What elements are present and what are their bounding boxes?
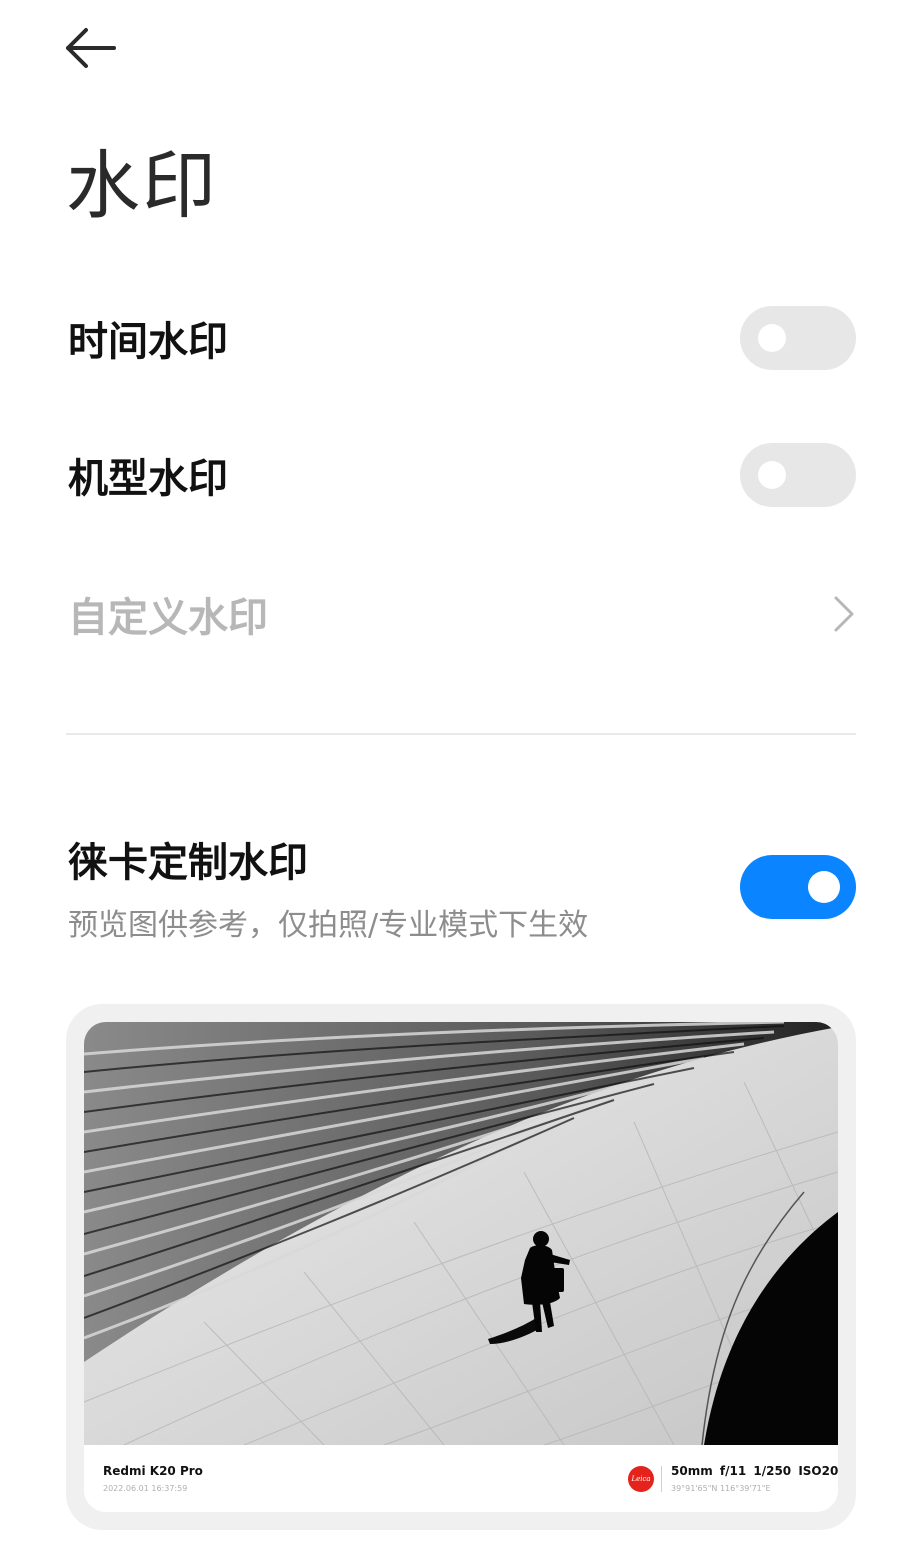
preview-photo-frame: Redmi K20 Pro 2022.06.01 16:37:59 Leica … (84, 1022, 838, 1512)
leica-watermark-label: 徕卡定制水印 (68, 840, 308, 886)
model-watermark-row[interactable]: 机型水印 (68, 443, 856, 507)
model-watermark-label: 机型水印 (68, 456, 228, 502)
watermark-separator (661, 1466, 662, 1492)
arrow-left-icon (66, 28, 116, 68)
time-watermark-label: 时间水印 (68, 319, 228, 365)
leica-watermark-subtitle: 预览图供参考，仅拍照/专业模式下生效 (68, 908, 589, 943)
toggle-knob (808, 871, 840, 903)
back-button[interactable] (64, 26, 120, 70)
preview-device-model: Redmi K20 Pro (103, 1464, 203, 1478)
leica-watermark-row[interactable]: 徕卡定制水印 预览图供参考，仅拍照/专业模式下生效 (68, 830, 856, 944)
preview-gps: 39°91'65"N 116°39'71"E (671, 1484, 771, 1493)
time-watermark-toggle[interactable] (740, 306, 856, 370)
page-title: 水印 (66, 143, 218, 229)
chevron-right-icon (834, 596, 854, 632)
custom-watermark-label: 自定义水印 (68, 595, 268, 641)
time-watermark-row[interactable]: 时间水印 (68, 306, 856, 370)
leica-watermark-toggle[interactable] (740, 855, 856, 919)
leica-logo-icon: Leica (628, 1466, 654, 1492)
toggle-knob (758, 324, 786, 352)
preview-datetime: 2022.06.01 16:37:59 (103, 1484, 188, 1493)
toggle-knob (758, 461, 786, 489)
watermark-bar: Redmi K20 Pro 2022.06.01 16:37:59 Leica … (84, 1445, 838, 1512)
model-watermark-toggle[interactable] (740, 443, 856, 507)
divider (66, 733, 856, 735)
preview-photo (84, 1022, 838, 1445)
watermark-preview-card: Redmi K20 Pro 2022.06.01 16:37:59 Leica … (66, 1004, 856, 1530)
preview-camera-params: 50mm f/11 1/250 ISO200 (671, 1464, 838, 1478)
custom-watermark-row[interactable]: 自定义水印 (68, 584, 856, 644)
